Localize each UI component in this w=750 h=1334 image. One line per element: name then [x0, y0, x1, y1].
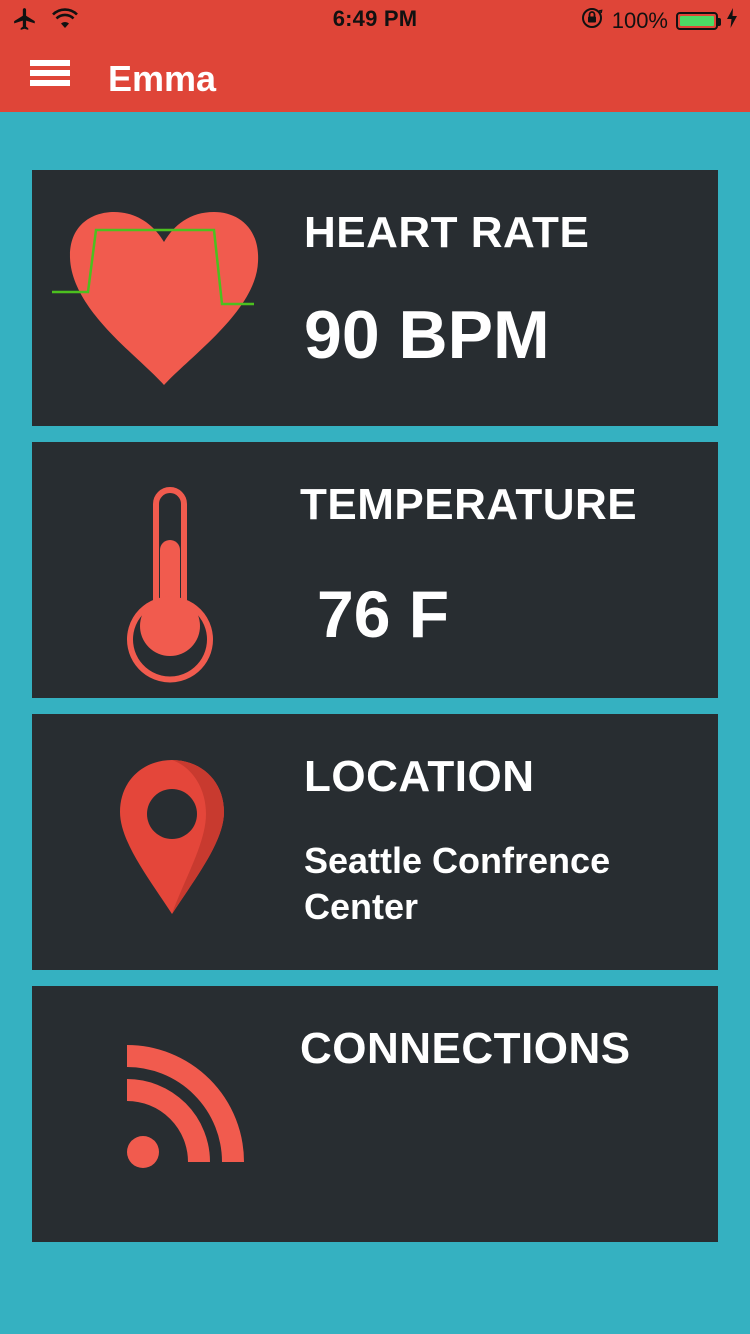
- location-value: Seattle Confrence Center: [304, 838, 610, 930]
- heart-rate-card[interactable]: HEART RATE 90 BPM: [32, 170, 718, 426]
- location-value-line-1: Seattle Confrence: [304, 840, 611, 881]
- charging-icon: [726, 8, 738, 34]
- battery-percent: 100%: [611, 8, 668, 33]
- temperature-title: TEMPERATURE: [300, 480, 638, 529]
- heart-rate-value: 90 BPM: [304, 297, 550, 373]
- location-pin-icon: [32, 714, 302, 970]
- wireless-signal-icon: [32, 986, 302, 1242]
- status-bar: 6:49 PM 100%: [0, 0, 750, 40]
- orientation-lock-icon: [580, 6, 604, 36]
- battery-fill: [680, 16, 714, 26]
- nav-bar: Emma: [0, 40, 750, 112]
- connections-card[interactable]: CONNECTIONS: [32, 986, 718, 1242]
- top-bar: 6:49 PM 100% Emma: [0, 0, 750, 112]
- heart-rate-icon: [32, 170, 302, 426]
- battery-icon: [676, 12, 721, 30]
- thermometer-icon: [32, 442, 302, 698]
- location-title: LOCATION: [304, 752, 535, 801]
- temperature-card[interactable]: TEMPERATURE 76 F: [32, 442, 718, 698]
- heart-rate-title: HEART RATE: [304, 208, 590, 257]
- location-card[interactable]: LOCATION Seattle Confrence Center: [32, 714, 718, 970]
- status-right: 100%: [580, 6, 738, 36]
- nav-title: Emma: [108, 58, 217, 99]
- hamburger-menu-icon[interactable]: [30, 60, 70, 94]
- connections-title: CONNECTIONS: [300, 1024, 631, 1073]
- temperature-value: 76 F: [317, 577, 450, 651]
- location-value-line-2: Center: [304, 886, 419, 927]
